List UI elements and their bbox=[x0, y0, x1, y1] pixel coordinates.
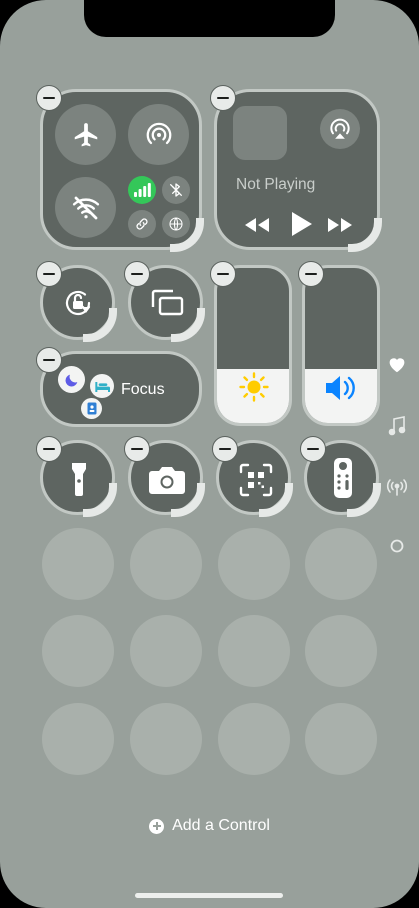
plus-circle-icon bbox=[149, 818, 165, 834]
wifi-button[interactable] bbox=[55, 177, 116, 238]
remove-tv-remote-button[interactable] bbox=[300, 436, 326, 462]
airdrop-button[interactable] bbox=[128, 104, 189, 165]
notch bbox=[84, 0, 335, 37]
rewind-icon bbox=[245, 218, 269, 232]
resize-handle[interactable] bbox=[259, 483, 293, 517]
work-badge-icon bbox=[87, 402, 96, 415]
remove-media-button[interactable] bbox=[210, 85, 236, 111]
focus-work-badge bbox=[81, 398, 102, 419]
resize-handle[interactable] bbox=[348, 218, 382, 252]
brightness-slider[interactable] bbox=[214, 265, 292, 426]
satellite-link-icon bbox=[136, 218, 148, 230]
remove-connectivity-button[interactable] bbox=[36, 85, 62, 111]
add-control-label: Add a Control bbox=[172, 817, 270, 834]
resize-handle[interactable] bbox=[170, 218, 204, 252]
empty-slot[interactable] bbox=[305, 703, 377, 775]
play-button[interactable] bbox=[289, 210, 313, 238]
wifi-off-icon bbox=[72, 196, 99, 219]
empty-slot[interactable] bbox=[130, 703, 202, 775]
satellite-button[interactable] bbox=[128, 210, 156, 238]
control-center-edit-screen: Not Playing Focus Add a Control bbox=[0, 0, 419, 908]
empty-slot[interactable] bbox=[218, 703, 290, 775]
empty-slot[interactable] bbox=[42, 528, 114, 600]
page-indicator-music[interactable] bbox=[386, 415, 408, 437]
empty-slot[interactable] bbox=[305, 528, 377, 600]
empty-slot[interactable] bbox=[130, 615, 202, 687]
play-icon bbox=[292, 212, 312, 236]
airplane-icon bbox=[74, 122, 97, 146]
focus-sleep-badge bbox=[58, 366, 85, 393]
antenna-icon bbox=[386, 479, 408, 496]
cellular-button[interactable] bbox=[128, 176, 156, 204]
resize-handle[interactable] bbox=[83, 483, 117, 517]
moon-icon bbox=[65, 374, 77, 386]
focus-bed-badge bbox=[90, 374, 114, 398]
empty-slot[interactable] bbox=[305, 615, 377, 687]
volume-slider[interactable] bbox=[302, 265, 380, 426]
airdrop-icon bbox=[146, 122, 171, 144]
add-control-button[interactable]: Add a Control bbox=[0, 817, 419, 835]
airplay-button[interactable] bbox=[320, 109, 360, 149]
remove-volume-button[interactable] bbox=[298, 261, 324, 287]
now-playing-label: Not Playing bbox=[236, 176, 316, 193]
now-playing-tile[interactable]: Not Playing bbox=[214, 89, 382, 252]
rewind-button[interactable] bbox=[244, 215, 270, 235]
empty-slot[interactable] bbox=[218, 528, 290, 600]
resize-handle[interactable] bbox=[171, 483, 205, 517]
album-art-placeholder bbox=[233, 106, 287, 160]
resize-handle[interactable] bbox=[83, 308, 117, 342]
bed-icon bbox=[95, 382, 110, 392]
remove-screen-mirroring-button[interactable] bbox=[124, 261, 150, 287]
connectivity-tile[interactable] bbox=[40, 89, 204, 252]
resize-handle[interactable] bbox=[347, 483, 381, 517]
page-indicator-favorites[interactable] bbox=[386, 353, 408, 375]
sun-icon bbox=[239, 372, 269, 402]
resize-handle[interactable] bbox=[171, 308, 205, 342]
remove-code-scanner-button[interactable] bbox=[212, 436, 238, 462]
heart-icon bbox=[389, 358, 405, 373]
circle-icon bbox=[390, 539, 404, 553]
empty-slot[interactable] bbox=[130, 528, 202, 600]
home-indicator[interactable] bbox=[135, 893, 283, 898]
airplay-audio-icon bbox=[330, 118, 350, 139]
remove-focus-button[interactable] bbox=[36, 347, 62, 373]
bluetooth-off-icon bbox=[170, 183, 182, 197]
cellular-signal-icon bbox=[133, 183, 151, 197]
page-indicator-empty[interactable] bbox=[386, 535, 408, 557]
empty-slot[interactable] bbox=[218, 615, 290, 687]
music-note-icon bbox=[388, 416, 406, 436]
focus-tile[interactable]: Focus bbox=[40, 351, 202, 427]
airplane-mode-button[interactable] bbox=[55, 104, 116, 165]
remove-flashlight-button[interactable] bbox=[36, 436, 62, 462]
bluetooth-button[interactable] bbox=[162, 176, 190, 204]
remove-orientation-lock-button[interactable] bbox=[36, 261, 62, 287]
speaker-icon bbox=[326, 376, 355, 400]
empty-slot[interactable] bbox=[42, 703, 114, 775]
empty-slot[interactable] bbox=[42, 615, 114, 687]
focus-label: Focus bbox=[121, 381, 165, 398]
remove-camera-button[interactable] bbox=[124, 436, 150, 462]
page-indicator-connectivity[interactable] bbox=[386, 476, 408, 498]
remove-brightness-button[interactable] bbox=[210, 261, 236, 287]
